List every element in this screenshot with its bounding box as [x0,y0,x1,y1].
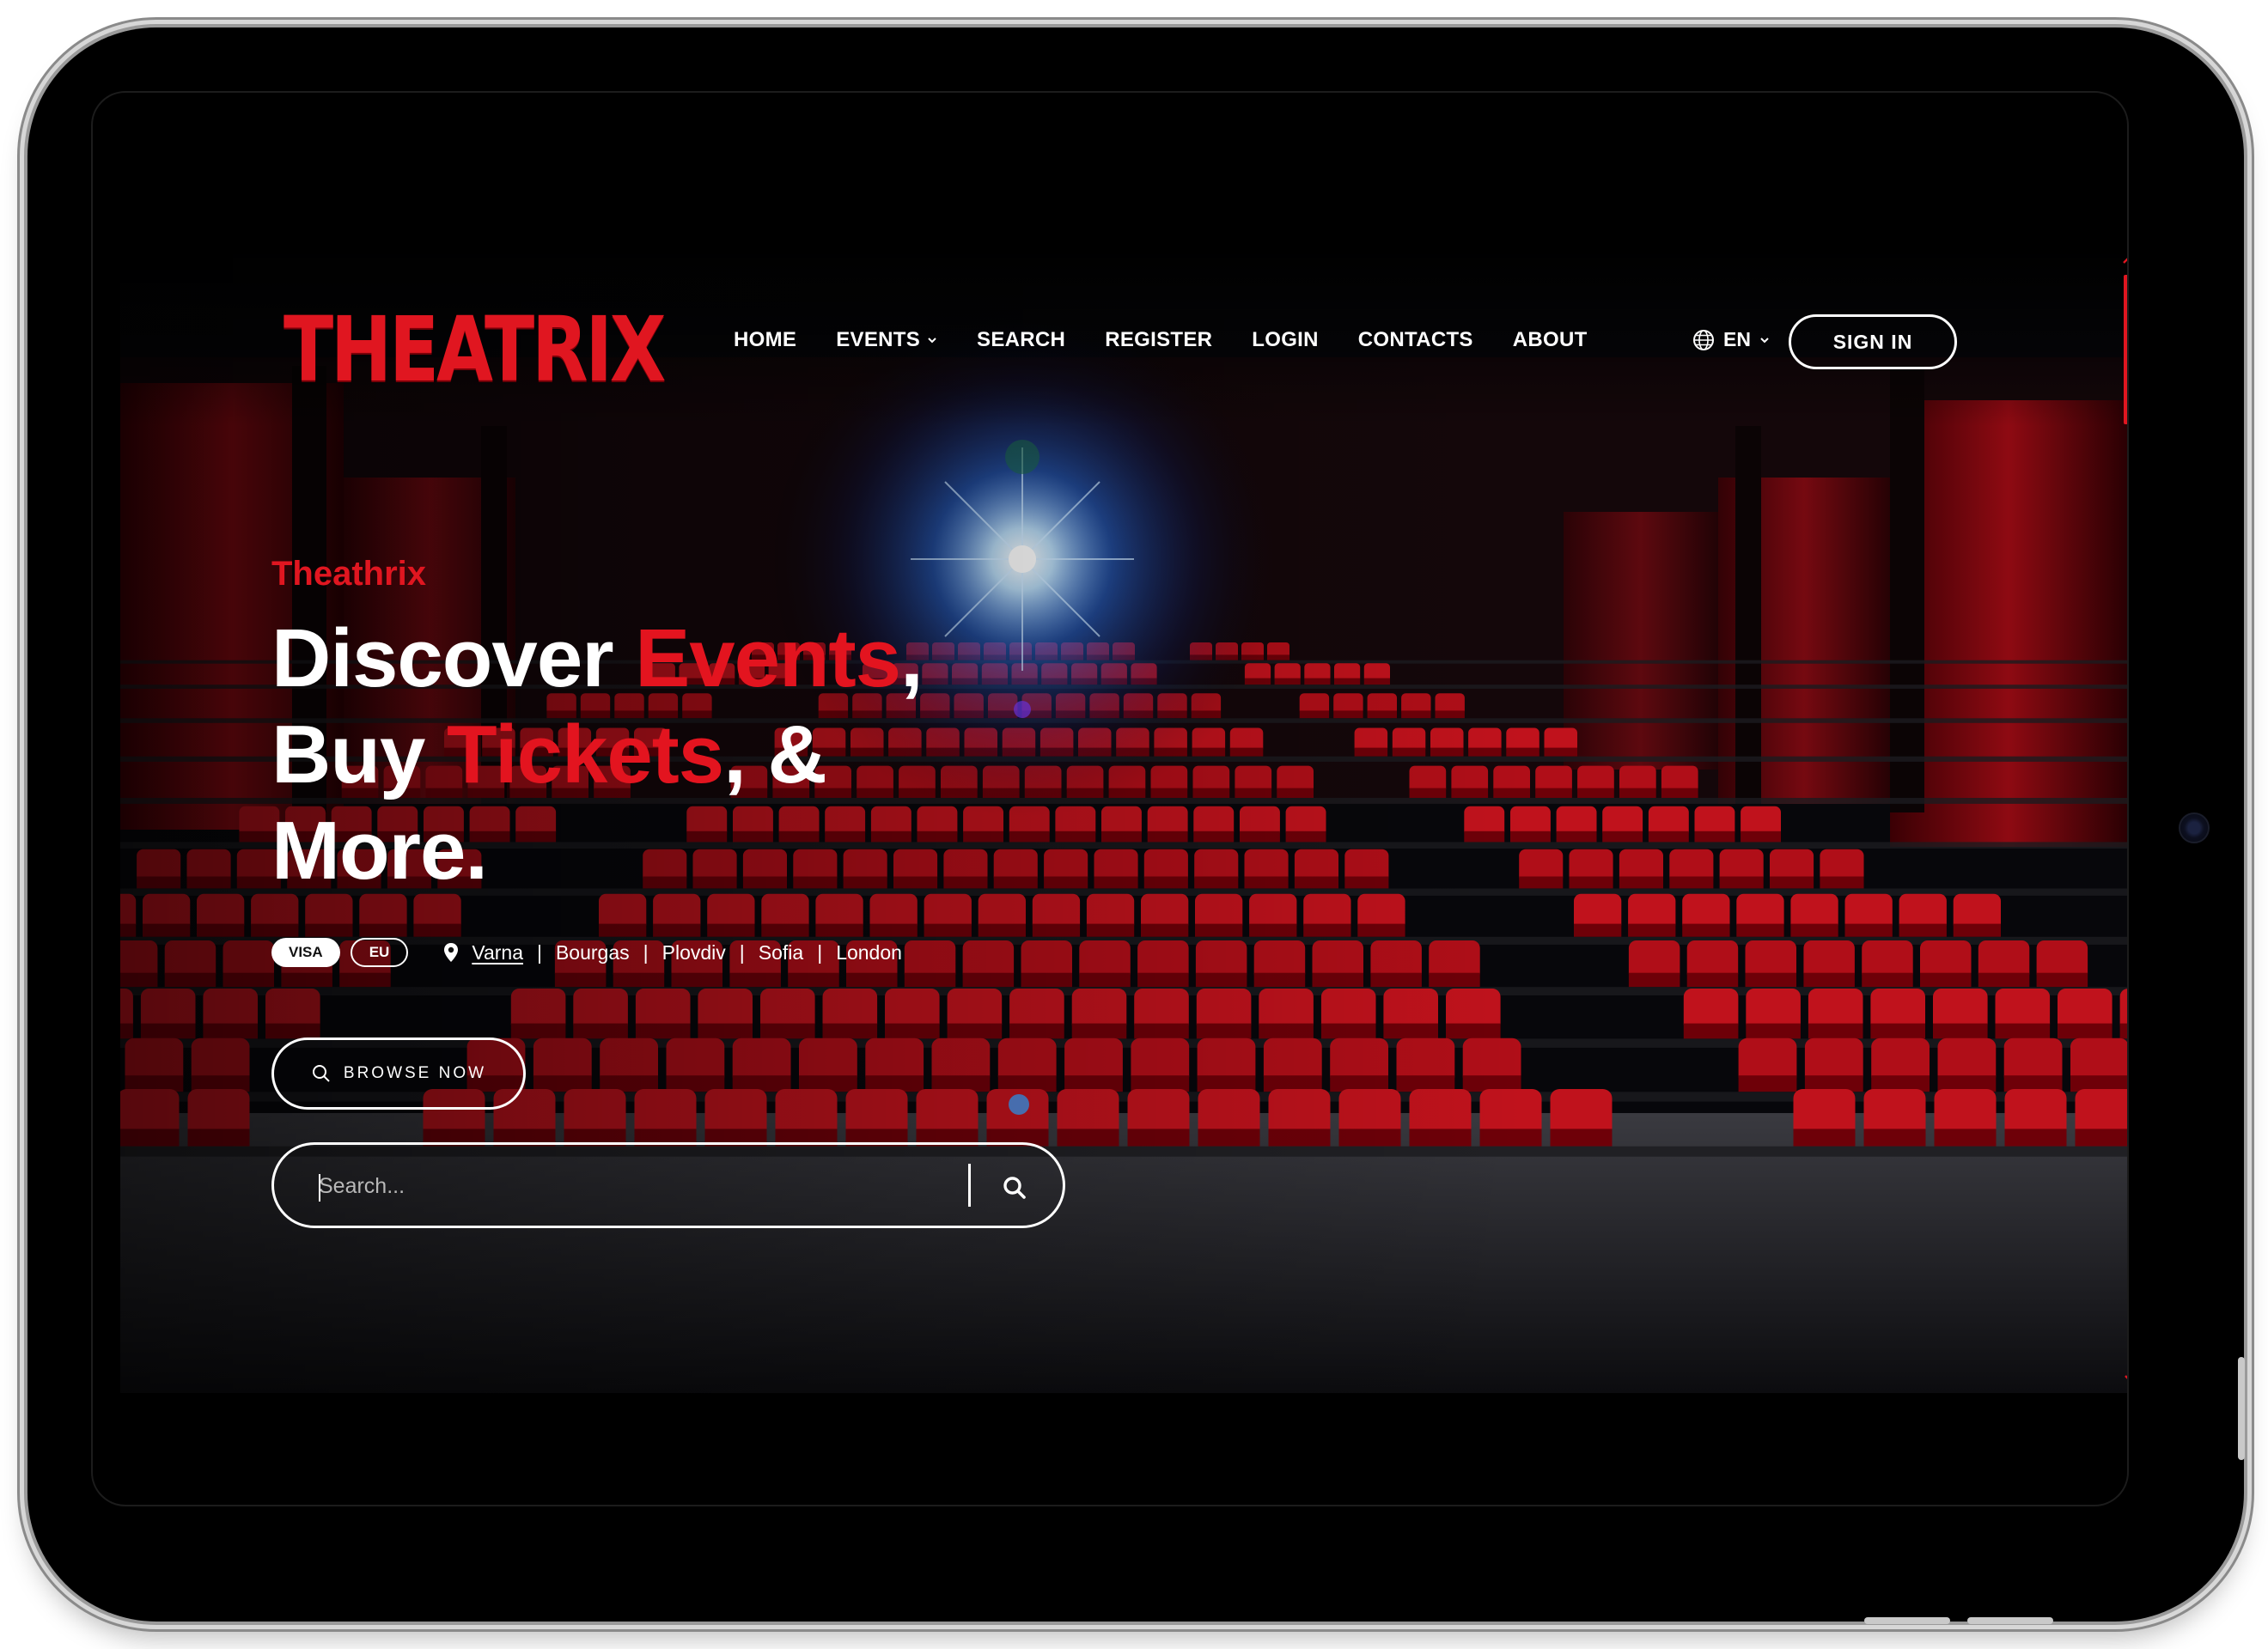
search-form [271,1142,1065,1228]
front-camera [2179,812,2210,843]
separator: | [643,940,649,964]
nav-label: HOME [734,328,797,351]
device-volume-button [1864,1617,1950,1624]
city-link[interactable]: Varna [472,941,523,964]
nav-label: ABOUT [1512,328,1588,351]
eu-badge: EU [350,938,409,967]
headline-text: , [900,612,924,704]
scrollbar-thumb[interactable] [2124,275,2127,424]
sign-in-button[interactable]: SIGN IN [1789,314,1957,369]
visa-badge: VISA [271,938,340,967]
hero-tags: VISA EU Varna | Bourgas | Plovdiv | Sofi… [271,938,902,967]
search-icon [1003,1177,1026,1199]
city-link[interactable]: Bourgas [556,941,630,964]
device-side-button [2238,1357,2245,1460]
device-volume-button [1967,1617,2053,1624]
nav-home[interactable]: HOME [734,328,796,352]
hero-eyebrow: Theathrix [271,555,427,593]
language-code: EN [1723,328,1751,350]
website-viewport: THEATRIX HOME EVENTS SEARCH REGISTER LOG… [120,254,2127,1393]
chevron-down-icon [928,338,936,344]
headline-text: Discover [271,612,636,704]
map-pin-icon [444,943,459,962]
nav-events[interactable]: EVENTS [836,328,937,352]
scroll-up-arrow-icon[interactable] [2122,256,2127,265]
browse-now-button[interactable]: BROWSE NOW [271,1037,526,1110]
main-nav: HOME EVENTS SEARCH REGISTER LOGIN CONTAC… [734,328,1588,352]
headline-text: , & [723,709,827,800]
separator: | [817,940,823,964]
separator: | [739,940,745,964]
search-icon [312,1065,330,1082]
nav-label: REGISTER [1105,328,1213,351]
nav-register[interactable]: REGISTER [1105,328,1212,352]
site-logo[interactable]: THEATRIX [284,297,667,402]
search-input[interactable] [317,1164,956,1208]
headline-highlight: Events [635,612,901,704]
headline-line-3: More. [271,805,488,897]
city-link[interactable]: Sofia [759,941,803,964]
hero-headline: Discover Events, Buy Tickets, & More. [271,611,924,899]
search-divider [968,1164,971,1207]
city-link[interactable]: Plovdiv [662,941,726,964]
scroll-down-arrow-icon[interactable] [2124,1374,2127,1383]
nav-label: SEARCH [977,328,1066,351]
scrollbar-track[interactable] [2124,275,2127,1366]
headline-line-1: Discover Events, [271,611,924,707]
nav-label: CONTACTS [1357,328,1473,351]
nav-search[interactable]: SEARCH [977,328,1065,352]
nav-contacts[interactable]: CONTACTS [1358,328,1473,352]
headline-line-2: Buy Tickets, & [271,707,923,803]
browse-label: BROWSE NOW [343,1064,487,1082]
search-submit-button[interactable] [996,1169,1033,1207]
nav-label: LOGIN [1252,328,1319,351]
headline-highlight: Tickets [447,709,724,800]
nav-login[interactable]: LOGIN [1252,328,1319,352]
language-selector[interactable]: EN [1692,328,1770,351]
text-cursor [319,1174,320,1202]
nav-about[interactable]: ABOUT [1513,328,1588,352]
chevron-down-icon [1760,337,1769,343]
city-list: Varna | Bourgas | Plovdiv | Sofia | Lond… [442,941,902,964]
nav-label: EVENTS [836,328,921,351]
globe-icon [1693,329,1714,350]
headline-text: Buy [271,709,448,800]
separator: | [536,940,542,964]
city-link[interactable]: London [836,941,902,964]
